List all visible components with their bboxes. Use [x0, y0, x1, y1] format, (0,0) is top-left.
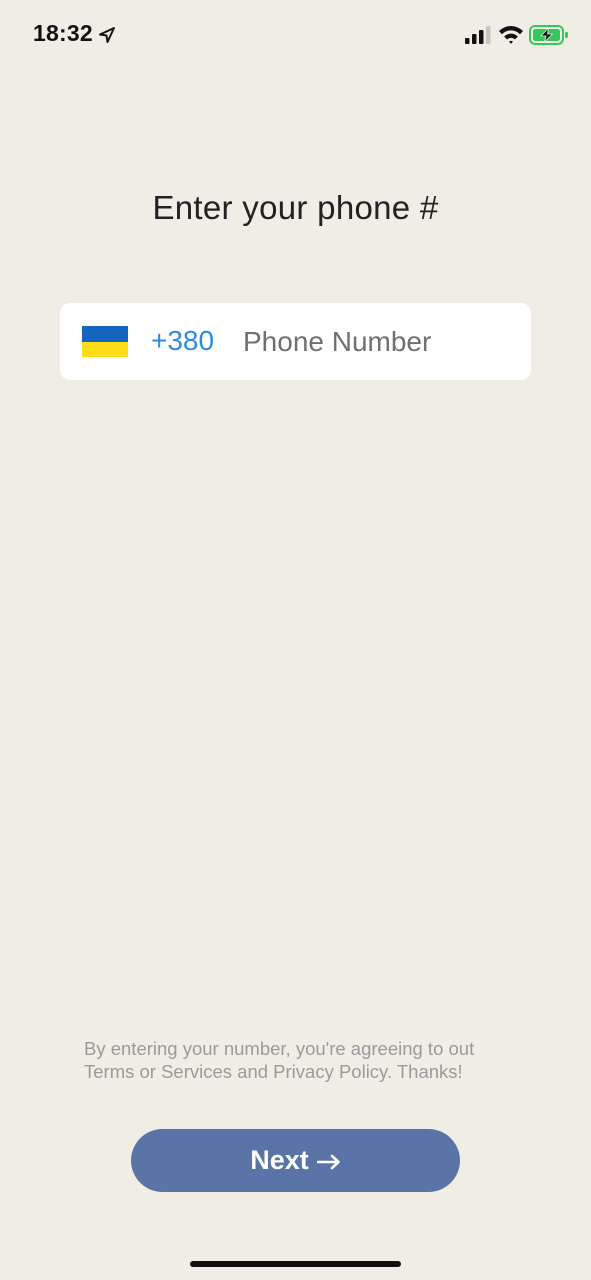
location-arrow-icon: [99, 27, 115, 43]
home-indicator: [190, 1261, 401, 1267]
next-button[interactable]: Next: [131, 1129, 460, 1192]
arrow-right-icon: [316, 1154, 340, 1169]
wifi-icon: [499, 26, 523, 44]
status-time: 18:32: [33, 20, 93, 46]
status-bar: 18:32: [0, 0, 591, 70]
next-button-label: Next: [250, 1145, 309, 1175]
country-code[interactable]: +380: [151, 325, 214, 357]
flag-blue-stripe: [82, 326, 128, 342]
terms-text: By entering your number, you're agreeing…: [84, 1038, 475, 1082]
phone-input-card: +380: [60, 303, 531, 380]
flag-yellow-stripe: [82, 341, 128, 357]
ukraine-flag-icon[interactable]: [82, 326, 128, 357]
phone-number-input[interactable]: [243, 321, 513, 363]
battery-charging-icon: [529, 25, 568, 45]
cellular-signal-icon: [465, 26, 491, 44]
page-title: Enter your phone #: [152, 189, 439, 226]
